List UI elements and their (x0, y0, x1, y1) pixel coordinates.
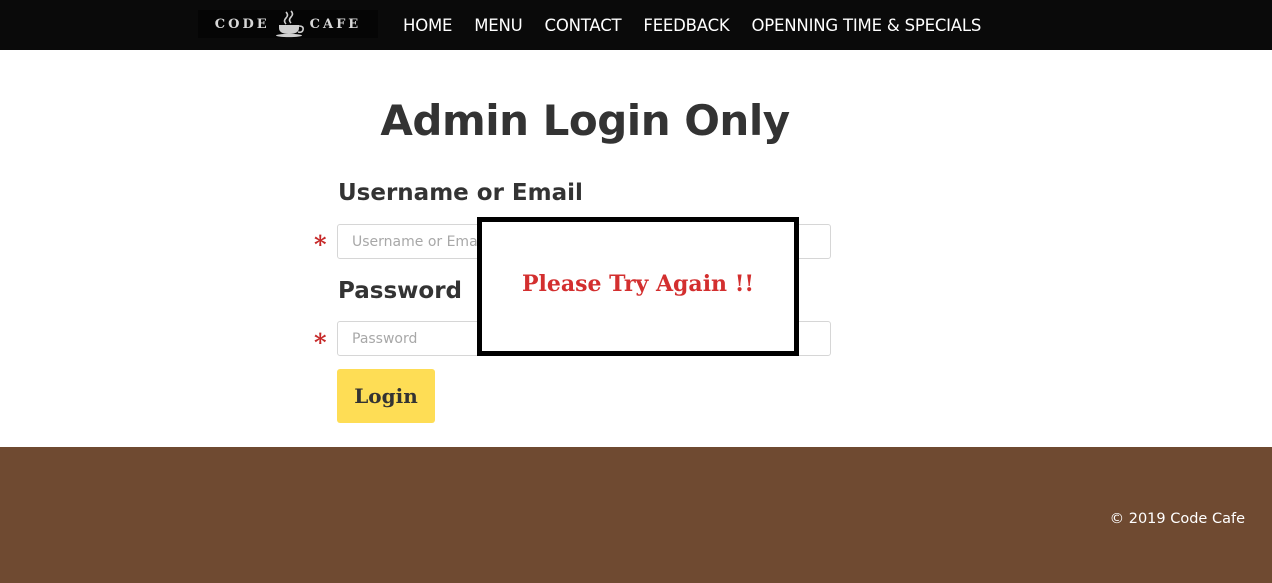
page-title: Admin Login Only (380, 96, 790, 145)
nav-menu[interactable]: MENU (463, 16, 533, 35)
copyright-text: © 2019 Code Cafe (1109, 511, 1245, 527)
nav-contact[interactable]: CONTACT (534, 16, 633, 35)
login-button[interactable]: Login (337, 369, 435, 423)
main-nav: HOME MENU CONTACT FEEDBACK OPENNING TIME… (392, 0, 992, 50)
username-label: Username or Email (338, 180, 583, 206)
nav-feedback[interactable]: FEEDBACK (632, 16, 740, 35)
brand-logo[interactable]: CODE CAFE (198, 10, 378, 38)
password-label: Password (338, 278, 462, 304)
logo-text-cafe: CAFE (309, 16, 362, 32)
error-dialog[interactable]: Please Try Again !! (477, 217, 799, 356)
footer: © 2019 Code Cafe (0, 447, 1272, 583)
nav-opening-times-specials[interactable]: OPENNING TIME & SPECIALS (741, 16, 993, 35)
logo-text-code: CODE (214, 16, 270, 32)
username-required-marker: * (314, 230, 327, 259)
password-required-marker: * (314, 328, 327, 357)
navbar: CODE CAFE HOME MENU CONTACT FEEDBACK OPE… (0, 0, 1272, 50)
coffee-cup-icon (275, 10, 304, 38)
nav-home[interactable]: HOME (392, 16, 463, 35)
error-message: Please Try Again !! (521, 270, 755, 297)
